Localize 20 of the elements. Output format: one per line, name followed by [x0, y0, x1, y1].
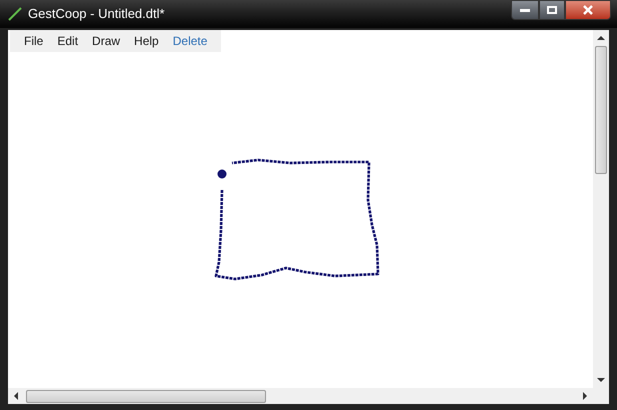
- menu-item[interactable]: Help: [134, 32, 159, 50]
- scroll-up-icon[interactable]: [597, 36, 605, 40]
- menu-item[interactable]: Draw: [92, 32, 120, 50]
- scroll-left-icon[interactable]: [14, 392, 18, 400]
- menu-item[interactable]: File: [24, 32, 44, 50]
- vertical-scrollbar[interactable]: [593, 30, 609, 388]
- scroll-thumb[interactable]: [595, 46, 607, 174]
- close-icon: [583, 5, 593, 15]
- menu-item[interactable]: Edit: [57, 32, 78, 50]
- close-button[interactable]: [565, 0, 611, 20]
- window-title: GestCoop - Untitled.dtl*: [28, 5, 165, 24]
- maximize-button[interactable]: [539, 0, 565, 20]
- horizontal-scrollbar[interactable]: [8, 388, 609, 404]
- minimize-button[interactable]: [511, 0, 539, 20]
- menu-item[interactable]: Delete: [172, 32, 208, 50]
- scroll-down-icon[interactable]: [597, 378, 605, 382]
- scroll-right-icon[interactable]: [583, 392, 587, 400]
- drawing-canvas[interactable]: File Edit Draw Help Delete: [8, 30, 593, 388]
- pen-icon: [8, 7, 22, 21]
- scroll-thumb[interactable]: [26, 390, 266, 402]
